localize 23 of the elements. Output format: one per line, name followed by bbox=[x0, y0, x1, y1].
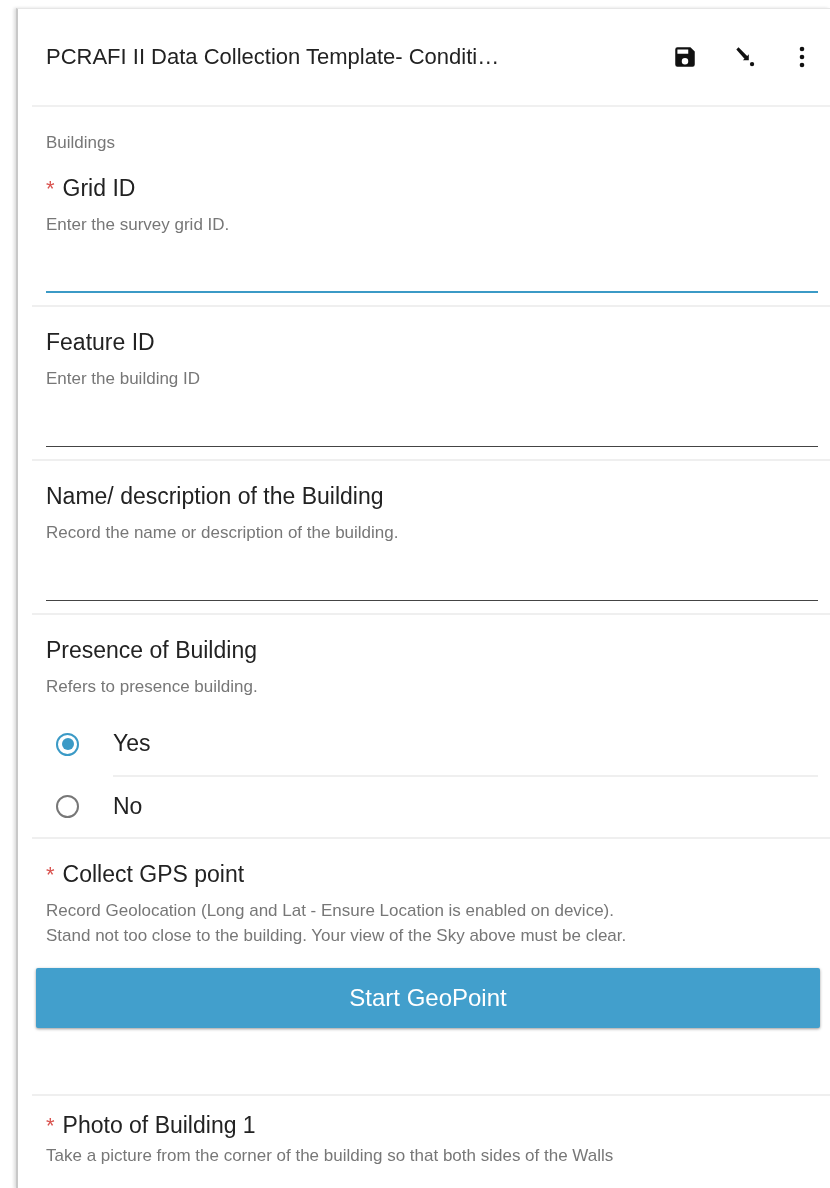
question-hint: Record the name or description of the building. bbox=[46, 522, 400, 544]
option-label[interactable]: Yes bbox=[113, 711, 818, 777]
question-label: Grid ID bbox=[62, 175, 136, 202]
form-title: PCRAFI II Data Collection Template- Conditi… bbox=[46, 44, 501, 70]
question-hint: Record Geolocation (Long and Lat - Ensure Location is enabled on device). Stand not too close to the building. Your view of the Sky above must be clear. bbox=[46, 900, 628, 947]
question-hint: Take a picture from the corner of the building so that both sides of the Walls bbox=[46, 1145, 615, 1167]
group-label: Buildings bbox=[45, 132, 116, 153]
save-icon[interactable] bbox=[672, 44, 698, 70]
option-label[interactable]: No bbox=[113, 774, 818, 838]
question-label: Photo of Building 1 bbox=[62, 1112, 256, 1139]
question-label: Feature ID bbox=[46, 329, 155, 356]
required-mark: * bbox=[46, 862, 55, 888]
question-hint: Enter the survey grid ID. bbox=[46, 214, 231, 236]
question-label: Collect GPS point bbox=[62, 861, 245, 888]
question-label: Name/ description of the Building bbox=[46, 483, 384, 510]
radio-button[interactable] bbox=[56, 732, 79, 756]
required-mark: * bbox=[46, 1113, 55, 1139]
more-menu-icon[interactable] bbox=[798, 45, 806, 69]
question-label: Presence of Building bbox=[46, 637, 257, 664]
required-mark: * bbox=[46, 176, 55, 202]
question-hint: Refers to presence building. bbox=[46, 676, 259, 698]
radio-button[interactable] bbox=[56, 794, 79, 818]
question-hint: Enter the building ID bbox=[46, 368, 202, 390]
